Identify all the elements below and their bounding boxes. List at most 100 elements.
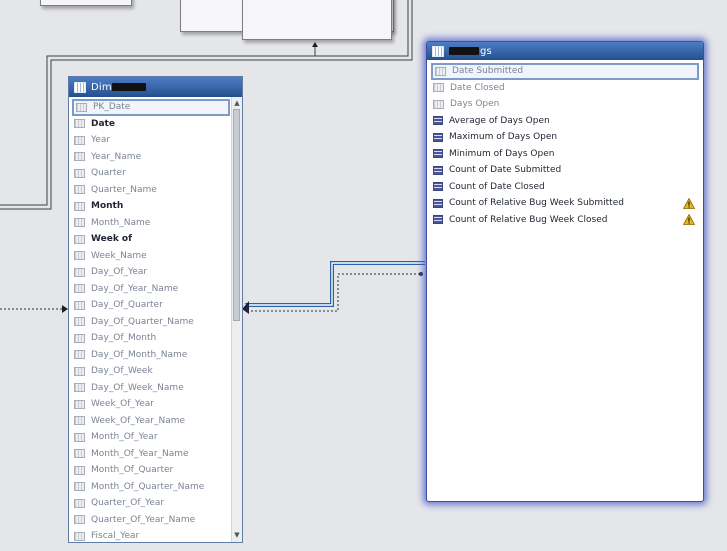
dimension-field-label: Year bbox=[91, 135, 111, 146]
dimension-field-row[interactable]: Day_Of_Week_Name bbox=[72, 380, 230, 397]
chevron-down-icon[interactable]: ▼ bbox=[232, 530, 242, 540]
fact-field-row[interactable]: Count of Relative Bug Week Closed bbox=[431, 212, 699, 229]
redacted-name bbox=[111, 83, 146, 91]
dimension-field-row[interactable]: Week_Of_Year bbox=[72, 396, 230, 413]
dimension-field-label: Day_Of_Week_Name bbox=[91, 382, 184, 393]
column-icon bbox=[76, 102, 87, 112]
measure-icon bbox=[433, 132, 443, 142]
measure-icon bbox=[433, 149, 443, 159]
fact-table-header[interactable]: gs bbox=[427, 42, 703, 60]
dimension-field-label: Week of bbox=[91, 234, 133, 245]
column-icon bbox=[74, 251, 85, 261]
dimension-field-row[interactable]: Month_Of_Year bbox=[72, 429, 230, 446]
dimension-field-row[interactable]: Day_Of_Month_Name bbox=[72, 347, 230, 364]
dimension-field-row[interactable]: Quarter bbox=[72, 165, 230, 182]
fact-field-row[interactable]: Average of Days Open bbox=[431, 113, 699, 130]
dimension-field-label: Day_Of_Quarter bbox=[91, 300, 163, 311]
dimension-field-row[interactable]: Year_Name bbox=[72, 149, 230, 166]
dimension-field-list: PK_Date Date Year Year_Name Quarter Quarter_N… bbox=[72, 99, 230, 542]
dimension-field-row[interactable]: Quarter_Name bbox=[72, 182, 230, 199]
fact-field-row[interactable]: Count of Relative Bug Week Submitted bbox=[431, 195, 699, 212]
column-icon bbox=[74, 218, 85, 228]
dimension-field-row[interactable]: Quarter_Of_Year bbox=[72, 495, 230, 512]
fact-field-label: Maximum of Days Open bbox=[449, 132, 558, 143]
fact-field-label: Count of Date Closed bbox=[449, 181, 545, 192]
dimension-field-label: Week_Of_Year_Name bbox=[91, 415, 186, 426]
column-icon bbox=[74, 135, 85, 145]
dimension-field-label: Month_Of_Year bbox=[91, 432, 158, 443]
dimension-field-row[interactable]: Date bbox=[72, 116, 230, 133]
fact-field-row[interactable]: Maximum of Days Open bbox=[431, 129, 699, 146]
dimension-field-row[interactable]: PK_Date bbox=[72, 99, 230, 116]
dimension-field-label: Day_Of_Week bbox=[91, 366, 153, 377]
fact-field-row[interactable]: Date Submitted bbox=[431, 63, 699, 80]
dimension-field-row[interactable]: Month_Of_Quarter_Name bbox=[72, 479, 230, 496]
dimension-table-header[interactable]: Dim bbox=[69, 77, 242, 97]
fact-table[interactable]: gs Date Submitted Date Closed Days Open Ave… bbox=[426, 41, 704, 502]
column-icon bbox=[74, 185, 85, 195]
dimension-field-label: Day_Of_Month_Name bbox=[91, 349, 188, 360]
fact-table-title: gs bbox=[480, 45, 492, 57]
fact-field-label: Average of Days Open bbox=[449, 115, 550, 126]
fact-field-row[interactable]: Date Closed bbox=[431, 80, 699, 97]
column-icon bbox=[74, 168, 85, 178]
dimension-field-row[interactable]: Month_Of_Year_Name bbox=[72, 446, 230, 463]
column-icon bbox=[74, 201, 85, 211]
redacted-name bbox=[449, 47, 479, 55]
measure-icon bbox=[433, 182, 443, 192]
fact-field-row[interactable]: Minimum of Days Open bbox=[431, 146, 699, 163]
dimension-field-label: Month_Name bbox=[91, 217, 151, 228]
column-icon bbox=[74, 350, 85, 360]
fact-field-list: Date Submitted Date Closed Days Open Averag… bbox=[431, 63, 699, 228]
dimension-field-label: Quarter_Of_Year bbox=[91, 498, 165, 509]
dimension-field-label: Quarter_Of_Year_Name bbox=[91, 514, 196, 525]
measure-icon bbox=[433, 116, 443, 126]
dimension-table-title: Dim bbox=[91, 81, 112, 93]
fact-field-row[interactable]: Days Open bbox=[431, 96, 699, 113]
dimension-field-row[interactable]: Day_Of_Week bbox=[72, 363, 230, 380]
dimension-field-label: Day_Of_Quarter_Name bbox=[91, 316, 194, 327]
warning-triangle-icon[interactable] bbox=[683, 197, 695, 209]
column-icon bbox=[74, 449, 85, 459]
dimension-field-row[interactable]: Fiscal_Year bbox=[72, 528, 230, 542]
dimension-field-row[interactable]: Day_Of_Year bbox=[72, 264, 230, 281]
fact-field-label: Count of Date Submitted bbox=[449, 165, 562, 176]
dimension-field-label: Fiscal_Year bbox=[91, 531, 140, 542]
warning-triangle-icon[interactable] bbox=[683, 214, 695, 226]
column-icon bbox=[74, 119, 85, 129]
dimension-field-label: Day_Of_Year bbox=[91, 267, 148, 278]
dimension-field-row[interactable]: Day_Of_Month bbox=[72, 330, 230, 347]
column-icon bbox=[74, 531, 85, 541]
dimension-field-row[interactable]: Week_Of_Year_Name bbox=[72, 413, 230, 430]
dimension-table[interactable]: Dim PK_Date Date Year Year_Name Quarter Quart… bbox=[68, 76, 243, 543]
dimension-field-row[interactable]: Year bbox=[72, 132, 230, 149]
fact-field-label: Count of Relative Bug Week Submitted bbox=[449, 198, 624, 209]
chevron-up-icon[interactable]: ▲ bbox=[232, 98, 242, 108]
dimension-field-row[interactable]: Day_Of_Year_Name bbox=[72, 281, 230, 298]
dimension-field-row[interactable]: Day_Of_Quarter_Name bbox=[72, 314, 230, 331]
column-icon bbox=[435, 66, 446, 76]
table-grid-icon bbox=[432, 45, 444, 57]
dimension-field-label: Month_Of_Quarter_Name bbox=[91, 481, 205, 492]
fact-field-row[interactable]: Count of Date Submitted bbox=[431, 162, 699, 179]
dimension-field-row[interactable]: Quarter_Of_Year_Name bbox=[72, 512, 230, 529]
dimension-field-label: Date bbox=[91, 118, 115, 129]
dimension-field-label: Day_Of_Year_Name bbox=[91, 283, 179, 294]
dimension-field-row[interactable]: Week of bbox=[72, 231, 230, 248]
measure-icon bbox=[433, 215, 443, 225]
fact-field-label: Date Submitted bbox=[452, 66, 524, 77]
dimension-field-row[interactable]: Week_Name bbox=[72, 248, 230, 265]
dimension-field-row[interactable]: Month_Name bbox=[72, 215, 230, 232]
dimension-field-row[interactable]: Month_Of_Quarter bbox=[72, 462, 230, 479]
column-icon bbox=[433, 83, 444, 93]
column-icon bbox=[74, 515, 85, 525]
fact-field-label: Date Closed bbox=[450, 82, 505, 93]
scroll-thumb[interactable] bbox=[233, 109, 240, 321]
column-icon bbox=[74, 300, 85, 310]
fact-field-row[interactable]: Count of Date Closed bbox=[431, 179, 699, 196]
dimension-field-label: Month_Of_Quarter bbox=[91, 465, 174, 476]
dimension-field-row[interactable]: Month bbox=[72, 198, 230, 215]
fact-field-label: Days Open bbox=[450, 99, 500, 110]
dimension-scrollbar[interactable]: ▲ ▼ bbox=[231, 97, 242, 542]
dimension-field-row[interactable]: Day_Of_Quarter bbox=[72, 297, 230, 314]
